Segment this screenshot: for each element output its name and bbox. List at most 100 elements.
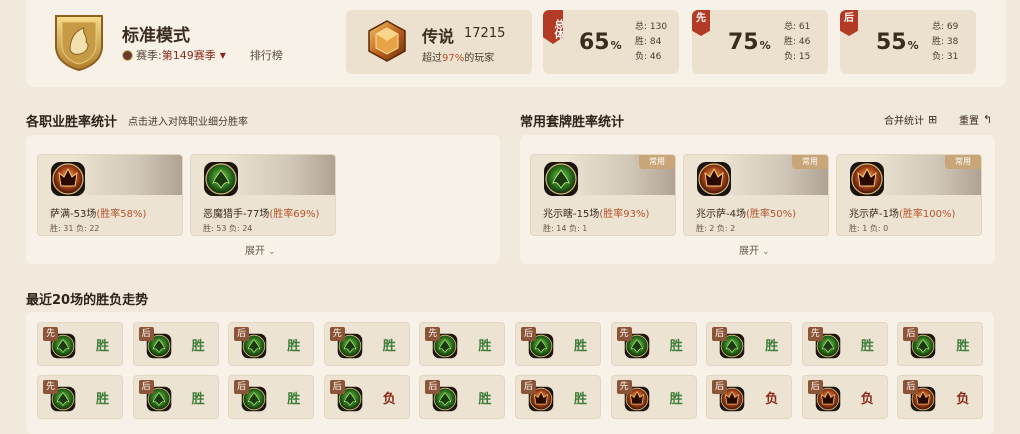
caret-down-icon[interactable]: ▼ <box>220 51 226 60</box>
card-name: 兆示瞎-15场(胜率93%) <box>543 205 649 220</box>
game-result[interactable]: 后负 <box>323 375 410 419</box>
game-outcome: 胜 <box>956 339 970 354</box>
overall-winrate-value: 65 <box>579 30 610 55</box>
game-result[interactable]: 先胜 <box>610 322 697 366</box>
stat-card[interactable]: 常用 兆示萨-1场(胜率100%) 胜: 1 负: 0 <box>836 154 982 236</box>
turn-order-badge: 先 <box>807 327 823 341</box>
demon-hunter-icon <box>203 161 239 197</box>
game-result[interactable]: 后负 <box>897 375 984 419</box>
game-outcome: 胜 <box>669 339 683 354</box>
merge-stats-button[interactable]: 合并统计 ⊞ <box>884 112 937 127</box>
game-result[interactable]: 后胜 <box>132 322 219 366</box>
first-winrate: 75% <box>728 30 771 55</box>
reset-label: 重置 <box>959 116 979 127</box>
game-result[interactable]: 后负 <box>706 375 793 419</box>
rank-card: 传说 17215 超过97%的玩家 <box>346 10 532 74</box>
rank-name: 传说 <box>422 27 455 46</box>
season-label: 赛季: <box>136 49 162 62</box>
game-outcome: 胜 <box>860 339 874 354</box>
game-result[interactable]: 后胜 <box>419 375 506 419</box>
game-result[interactable]: 先胜 <box>37 375 123 419</box>
first-total: 总: 61 <box>784 22 811 32</box>
frequent-badge: 常用 <box>792 155 828 169</box>
game-result[interactable]: 后负 <box>801 375 888 419</box>
game-outcome: 胜 <box>574 339 588 354</box>
class-stats-title: 各职业胜率统计 <box>26 115 118 130</box>
stat-card[interactable]: 常用 兆示瞎-15场(胜率93%) 胜: 14 负: 1 <box>530 154 676 236</box>
chevron-down-icon: ⌄ <box>762 247 770 257</box>
turn-order-badge: 后 <box>138 380 154 394</box>
game-result[interactable]: 后胜 <box>515 322 601 366</box>
game-outcome: 胜 <box>478 392 492 407</box>
turn-order-badge: 先 <box>425 327 441 341</box>
frequent-badge: 常用 <box>639 155 675 169</box>
game-result[interactable]: 先胜 <box>801 322 888 366</box>
leaderboard-link[interactable]: 排行榜 <box>250 47 283 63</box>
card-win-loss: 胜: 2 负: 2 <box>696 224 736 233</box>
game-result[interactable]: 先胜 <box>419 322 506 366</box>
turn-order-badge: 后 <box>521 380 536 394</box>
demon-hunter-icon <box>543 161 579 197</box>
recent-games-title: 最近20场的胜负走势 <box>26 293 149 308</box>
card-name: 兆示萨-1场(胜率100%) <box>849 205 955 220</box>
game-outcome: 胜 <box>191 339 205 354</box>
turn-order-badge: 后 <box>234 327 250 341</box>
standard-mode-emblem-icon <box>55 15 103 72</box>
card-title: 恶魔猎手-77场 <box>203 209 270 220</box>
season-value[interactable]: 第149赛季 <box>162 47 216 63</box>
stat-card[interactable]: 恶魔猎手-77场(胜率69%) 胜: 53 负: 24 <box>190 154 336 236</box>
turn-order-badge: 先 <box>43 380 58 394</box>
season-icon <box>122 49 133 61</box>
game-result[interactable]: 后胜 <box>132 375 219 419</box>
deck-expand-button[interactable]: 展开 ⌄ <box>739 242 770 257</box>
turn-order-badge: 后 <box>329 380 345 394</box>
season-selector[interactable]: 赛季: 第149赛季 ▼ 排行榜 <box>122 47 283 63</box>
game-result[interactable]: 先胜 <box>37 322 123 366</box>
stat-card[interactable]: 常用兆示萨-4场(胜率50%) 胜: 2 负: 2 <box>683 154 829 236</box>
game-result[interactable]: 后胜 <box>706 322 793 366</box>
game-outcome: 胜 <box>287 339 301 354</box>
game-result[interactable]: 先胜 <box>323 322 410 366</box>
turn-order-badge: 后 <box>234 380 250 394</box>
rank-desc-prefix: 超过 <box>422 53 442 64</box>
second-winrate-value: 55 <box>876 30 907 55</box>
percent-unit: % <box>610 39 622 52</box>
second-losses: 负: 31 <box>932 52 959 62</box>
turn-order-badge: 后 <box>903 327 919 341</box>
legend-rank-number: 17215 <box>464 26 506 41</box>
grid-icon: ⊞ <box>928 113 938 126</box>
second-breakdown: 总: 69 胜: 38 负: 31 <box>932 20 958 65</box>
reset-button[interactable]: 重置 ↰ <box>959 112 992 127</box>
first-stat-card: 先 75% 总: 61 胜: 46 负: 15 <box>692 10 828 74</box>
turn-order-badge: 先 <box>43 327 58 341</box>
game-outcome: 胜 <box>478 339 492 354</box>
class-expand-button[interactable]: 展开 ⌄ <box>245 242 276 257</box>
game-result[interactable]: 后胜 <box>515 375 601 419</box>
card-art <box>72 155 182 195</box>
rank-percentile: 超过97%的玩家 <box>422 49 494 64</box>
turn-order-badge: 后 <box>425 380 441 394</box>
card-title: 萨满-53场 <box>50 209 97 220</box>
percent-unit: % <box>759 39 771 52</box>
game-result[interactable]: 先胜 <box>610 375 697 419</box>
first-wins: 胜: 46 <box>784 37 811 47</box>
turn-order-badge: 后 <box>903 380 919 394</box>
game-result[interactable]: 后胜 <box>228 322 315 366</box>
overall-losses: 负: 46 <box>635 52 662 62</box>
game-outcome: 胜 <box>287 392 301 407</box>
game-outcome: 胜 <box>382 339 396 354</box>
overall-winrate: 65% <box>579 30 622 55</box>
game-outcome: 胜 <box>574 392 588 407</box>
card-winrate: (胜率50%) <box>745 209 797 220</box>
turn-order-badge: 后 <box>712 380 728 394</box>
mode-title: 标准模式 <box>122 26 190 46</box>
card-win-loss: 胜: 53 负: 24 <box>203 224 253 233</box>
stat-card[interactable]: 萨满-53场(胜率58%) 胜: 31 负: 22 <box>37 154 183 236</box>
game-result[interactable]: 后胜 <box>897 322 984 366</box>
card-winrate: (胜率93%) <box>599 209 650 220</box>
game-result[interactable]: 后胜 <box>228 375 315 419</box>
card-name: 兆示萨-4场(胜率50%) <box>696 205 796 220</box>
turn-order-badge: 后 <box>807 380 823 394</box>
game-outcome: 负 <box>860 392 874 407</box>
reset-icon: ↰ <box>983 113 993 126</box>
